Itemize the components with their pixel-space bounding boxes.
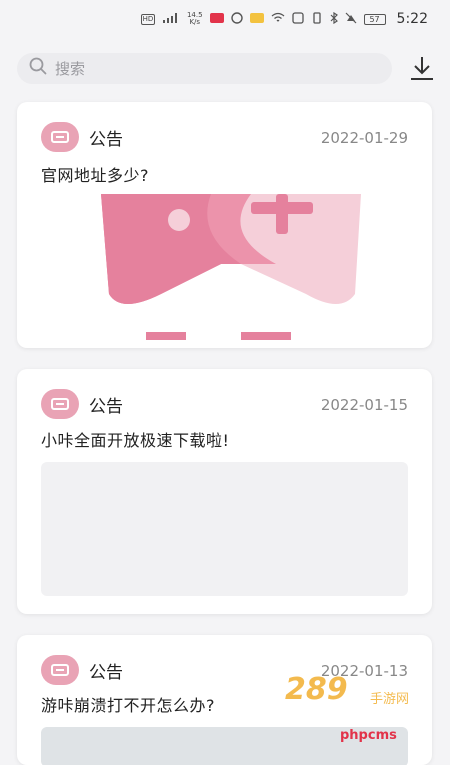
search-row: 搜索 (17, 52, 437, 84)
announcement-date: 2022-01-15 (320, 396, 408, 414)
watermark-phpcms: phpcms (340, 728, 397, 743)
wifi-icon (271, 12, 285, 27)
announcement-tag: 公告 (89, 396, 123, 417)
bluetooth-icon (330, 11, 338, 27)
card-header: 公告 (41, 122, 123, 152)
circle-icon (230, 11, 243, 27)
download-icon (407, 57, 437, 86)
search-input[interactable]: 搜索 (17, 52, 392, 84)
signal-icon (162, 12, 180, 27)
search-icon (29, 57, 47, 79)
announcement-icon (41, 655, 79, 685)
announcement-title: 小咔全面开放极速下载啦! (41, 431, 230, 450)
app-notification-icon (209, 12, 224, 27)
network-speed: 14.5 K/s (186, 11, 203, 26)
gamepad-illustration (101, 194, 361, 344)
hd-icon: HD (140, 13, 155, 25)
battery-icon: 57 (363, 13, 386, 25)
announcement-title: 官网地址多少? (41, 166, 149, 185)
vibrate-icon (311, 11, 323, 27)
announcement-date: 2022-01-29 (320, 129, 408, 147)
announcement-card[interactable]: 公告 2022-01-29 官网地址多少? (17, 102, 432, 348)
status-bar: HD 14.5 K/s 57 5:22 (0, 0, 450, 38)
card-header: 公告 (41, 389, 123, 419)
download-button[interactable] (407, 54, 437, 82)
mute-icon (345, 12, 357, 27)
search-placeholder: 搜索 (55, 59, 86, 78)
announcement-title: 游咔崩溃打不开怎么办? (41, 696, 215, 715)
watermark-subtitle: 手游网 (370, 692, 410, 707)
announcement-icon (41, 389, 79, 419)
announcement-card[interactable]: 公告 2022-01-15 小咔全面开放极速下载啦! (17, 369, 432, 614)
announcement-icon (41, 122, 79, 152)
nfc-icon (291, 11, 304, 27)
announcement-tag: 公告 (89, 662, 123, 683)
yellow-app-icon (249, 12, 264, 27)
announcement-tag: 公告 (89, 129, 123, 150)
clock: 5:22 (396, 11, 428, 27)
card-header: 公告 (41, 655, 123, 685)
image-placeholder (41, 462, 408, 596)
watermark-logo: 289 (285, 672, 348, 707)
